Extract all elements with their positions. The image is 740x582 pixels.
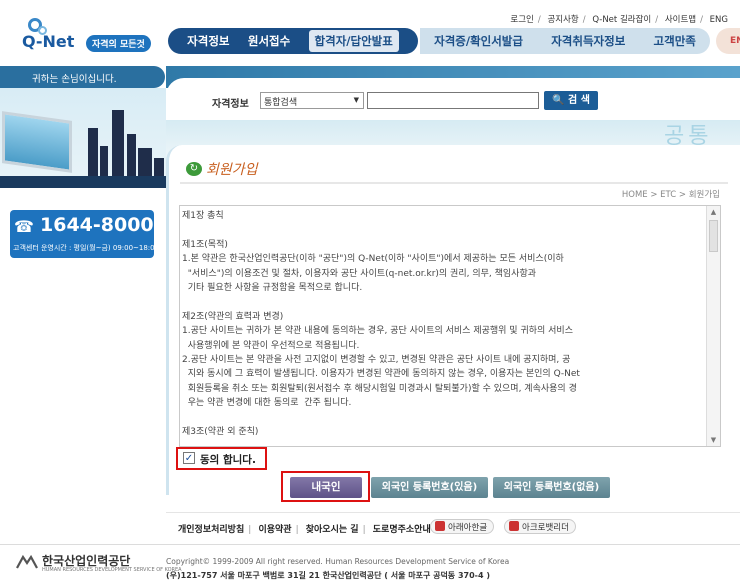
breadcrumb: HOME > ETC > 회원가입 xyxy=(621,190,720,200)
eng-tab[interactable]: EN xyxy=(716,28,740,54)
terms-text: 제1장 총칙 제1조(목적) 1.본 약관은 한국산업인력공단(이하 "공단")… xyxy=(182,211,580,438)
search-button[interactable]: 🔍 검 색 xyxy=(544,91,598,110)
acrobat-label: 아크로뱃리더 xyxy=(522,523,569,533)
scroll-down-icon[interactable]: ▼ xyxy=(707,434,720,446)
chevron-down-icon: ▼ xyxy=(353,96,359,104)
acrobat-download-button[interactable]: 아크로뱃리더 xyxy=(504,519,576,534)
refresh-icon: ↻ xyxy=(186,162,202,176)
search-icon: 🔍 xyxy=(552,95,565,106)
scroll-thumb[interactable] xyxy=(709,220,718,252)
scroll-up-icon[interactable]: ▲ xyxy=(707,206,720,218)
search-category-select[interactable]: 통합검색 ▼ xyxy=(260,92,364,109)
nav-holder-info[interactable]: 자격취득자정보 xyxy=(551,33,625,49)
org-english-name: HUMAN RESOURCES DEVELOPMENT SERVICE OF K… xyxy=(42,567,182,573)
acrobat-icon xyxy=(509,521,519,531)
search-select-value: 통합검색 xyxy=(264,98,298,108)
main-nav: 자격정보 원서접수 합격자/답안발표 xyxy=(168,28,418,54)
privacy-policy-link[interactable]: 개인정보처리방침 xyxy=(178,525,244,535)
nav-application[interactable]: 원서접수 xyxy=(248,33,290,49)
foreign-without-id-button[interactable]: 외국인 등록번호(없음) xyxy=(493,477,610,498)
agree-checkbox[interactable]: ✓ xyxy=(183,452,195,464)
qnet-logo[interactable]: Q-Net 자격의 모든것 xyxy=(22,18,182,58)
laptop-illustration xyxy=(2,111,72,173)
page-title: 회원가입 xyxy=(206,162,258,178)
agree-label[interactable]: 동의 합니다. xyxy=(200,452,256,467)
foreign-with-id-button[interactable]: 외국인 등록번호(있음) xyxy=(371,477,488,498)
hangul-icon xyxy=(435,521,445,531)
check-icon: ✓ xyxy=(184,453,194,464)
logo-text: Q-Net xyxy=(22,32,75,51)
bottom-divider xyxy=(0,544,740,545)
terms-scrollbar[interactable]: ▲ ▼ xyxy=(706,206,720,446)
title-divider xyxy=(180,182,728,184)
domestic-button[interactable]: 내국인 xyxy=(290,477,362,498)
utility-links: 로그인 / 공지사항 / Q-Net 길라잡이 / 사이트맵 / ENG xyxy=(510,15,728,25)
nav-customer[interactable]: 고객만족 xyxy=(654,33,696,49)
login-link[interactable]: 로그인 xyxy=(510,15,533,25)
directions-link[interactable]: 찾아오시는 길 xyxy=(306,525,359,535)
copyright: Copyright© 1999-2009 All right reserved.… xyxy=(166,557,510,566)
call-center-hours: 고객센터 운영시간 : 평일(월~금) 09:00~18:00 xyxy=(13,244,160,252)
eng-link[interactable]: ENG xyxy=(710,15,728,25)
welcome-text: 귀하는 손님이십니다. xyxy=(32,74,117,85)
logo-badge: 자격의 모든것 xyxy=(86,35,151,52)
nav-results[interactable]: 합격자/답안발표 xyxy=(308,30,399,52)
hangul-download-button[interactable]: 아래아한글 xyxy=(430,519,495,534)
nav-cert-issue[interactable]: 자격증/확인서발급 xyxy=(434,33,523,49)
road-address-link[interactable]: 도로명주소안내 xyxy=(373,525,431,535)
footer-links: 개인정보처리방침 | 이용약관 | 찾아오시는 길 | 도로명주소안내 xyxy=(178,525,431,535)
notice-link[interactable]: 공지사항 xyxy=(547,15,578,25)
sitemap-link[interactable]: 사이트맵 xyxy=(665,15,696,25)
nav-cert-info[interactable]: 자격정보 xyxy=(187,33,229,49)
call-center-number: 1644-8000 xyxy=(40,214,154,236)
sub-nav: 자격증/확인서발급 자격취득자정보 고객만족 xyxy=(420,28,710,54)
search-input[interactable] xyxy=(367,92,539,109)
org-logo-icon xyxy=(16,554,38,569)
banner-illustration xyxy=(0,88,166,188)
terms-link[interactable]: 이용약관 xyxy=(258,525,291,535)
hangul-label: 아래아한글 xyxy=(448,523,488,533)
address: (우)121-757 서울 마포구 백범로 31길 21 한국산업인력공단 ( … xyxy=(166,571,490,580)
phone-icon: ☎ xyxy=(14,217,34,236)
search-label: 자격정보 xyxy=(212,99,249,110)
footer-divider xyxy=(166,512,740,513)
search-button-label: 검 색 xyxy=(568,95,590,106)
guide-link[interactable]: Q-Net 길라잡이 xyxy=(592,15,651,25)
terms-textarea[interactable]: 제1장 총칙 제1조(목적) 1.본 약관은 한국산업인력공단(이하 "공단")… xyxy=(179,205,721,447)
